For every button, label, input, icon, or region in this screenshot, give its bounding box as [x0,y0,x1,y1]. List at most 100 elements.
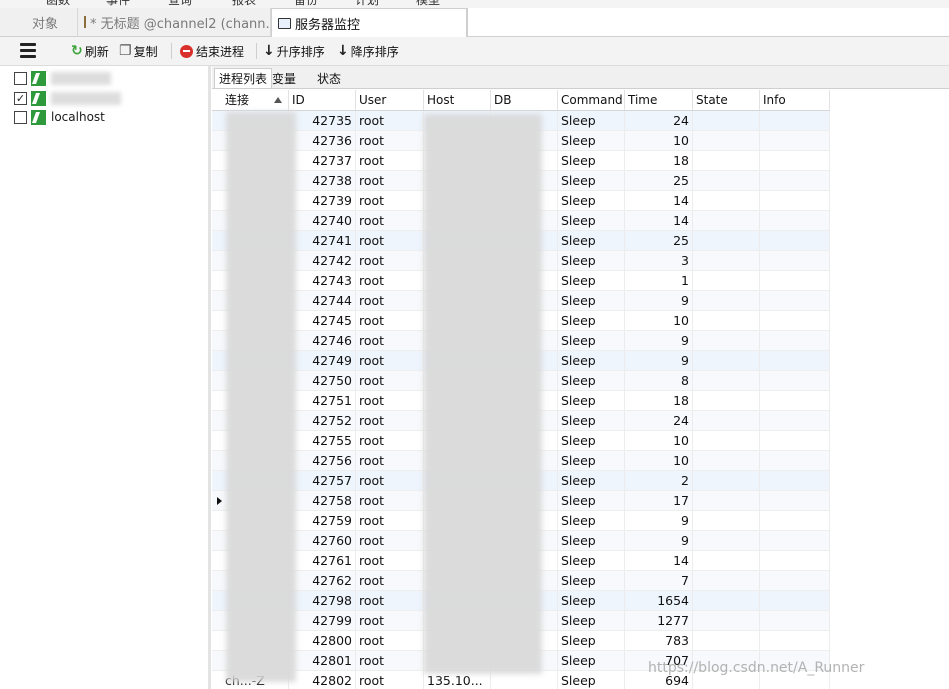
cell-id[interactable]: 42739 [289,191,356,210]
cell-user[interactable]: root [356,271,424,290]
cell-info[interactable] [760,111,830,130]
col-header-db[interactable]: DB [491,90,558,110]
cell-info[interactable] [760,611,830,630]
cell-command[interactable]: Sleep [558,411,625,430]
cell-time[interactable]: 18 [625,151,693,170]
cell-id[interactable]: 42799 [289,611,356,630]
cell-info[interactable] [760,591,830,610]
cell-id[interactable]: 42760 [289,531,356,550]
cell-time[interactable]: 9 [625,531,693,550]
connection-checkbox[interactable] [14,110,27,124]
cell-info[interactable] [760,471,830,490]
tab-server-monitor[interactable]: 服务器监控 [271,8,467,37]
refresh-button[interactable]: ↻ 刷新 [71,42,109,60]
cell-time[interactable]: 24 [625,111,693,130]
cell-id[interactable]: 42762 [289,571,356,590]
cell-time[interactable]: 3 [625,251,693,270]
cell-state[interactable] [693,311,760,330]
cell-time[interactable]: 2 [625,471,693,490]
cell-state[interactable] [693,491,760,510]
cell-time[interactable]: 10 [625,311,693,330]
cell-command[interactable]: Sleep [558,451,625,470]
cell-id[interactable]: 42745 [289,311,356,330]
cell-time[interactable]: 25 [625,231,693,250]
cell-id[interactable]: 42756 [289,451,356,470]
cell-command[interactable]: Sleep [558,211,625,230]
cell-state[interactable] [693,131,760,150]
cell-user[interactable]: root [356,411,424,430]
cell-user[interactable]: root [356,371,424,390]
kill-process-button[interactable]: 结束进程 [180,42,244,60]
cell-info[interactable] [760,371,830,390]
cell-id[interactable]: 42802 [289,671,356,689]
sort-ascending-button[interactable]: ↓ 升序排序 [263,42,325,60]
cell-state[interactable] [693,451,760,470]
cell-state[interactable] [693,371,760,390]
cell-id[interactable]: 42736 [289,131,356,150]
cell-info[interactable] [760,131,830,150]
cell-user[interactable]: root [356,231,424,250]
cell-info[interactable] [760,171,830,190]
cell-time[interactable]: 25 [625,171,693,190]
cell-user[interactable]: root [356,331,424,350]
cell-info[interactable] [760,451,830,470]
cell-user[interactable]: root [356,291,424,310]
cell-user[interactable]: root [356,571,424,590]
cell-id[interactable]: 42750 [289,371,356,390]
cell-info[interactable] [760,291,830,310]
cell-command[interactable]: Sleep [558,571,625,590]
cell-user[interactable]: root [356,171,424,190]
cell-time[interactable]: 14 [625,551,693,570]
hamburger-menu-icon[interactable] [20,43,36,59]
cell-time[interactable]: 9 [625,331,693,350]
col-header-info[interactable]: Info [760,90,830,110]
cell-info[interactable] [760,551,830,570]
cell-command[interactable]: Sleep [558,611,625,630]
menu-query[interactable]: 查询 [168,0,192,8]
cell-user[interactable]: root [356,391,424,410]
cell-user[interactable]: root [356,431,424,450]
cell-command[interactable]: Sleep [558,551,625,570]
cell-command[interactable]: Sleep [558,131,625,150]
cell-user[interactable]: root [356,671,424,689]
cell-command[interactable]: Sleep [558,631,625,650]
col-header-connection[interactable]: 连接 [222,90,289,110]
cell-id[interactable]: 42744 [289,291,356,310]
cell-state[interactable] [693,251,760,270]
cell-user[interactable]: root [356,471,424,490]
cell-time[interactable]: 14 [625,191,693,210]
cell-id[interactable]: 42740 [289,211,356,230]
cell-command[interactable]: Sleep [558,391,625,410]
cell-time[interactable]: 18 [625,391,693,410]
cell-time[interactable]: 17 [625,491,693,510]
cell-user[interactable]: root [356,351,424,370]
cell-id[interactable]: 42801 [289,651,356,670]
cell-user[interactable]: root [356,451,424,470]
cell-command[interactable]: Sleep [558,371,625,390]
cell-info[interactable] [760,331,830,350]
col-header-command[interactable]: Command [558,90,625,110]
cell-state[interactable] [693,631,760,650]
cell-user[interactable]: root [356,131,424,150]
cell-time[interactable]: 783 [625,631,693,650]
cell-id[interactable]: 42800 [289,631,356,650]
cell-user[interactable]: root [356,211,424,230]
cell-state[interactable] [693,151,760,170]
cell-state[interactable] [693,331,760,350]
col-header-state[interactable]: State [693,90,760,110]
connection-checkbox-checked[interactable]: ✓ [14,91,27,105]
cell-time[interactable]: 24 [625,411,693,430]
col-header-id[interactable]: ID [289,90,356,110]
connection-checkbox[interactable] [14,71,27,85]
cell-user[interactable]: root [356,591,424,610]
cell-info[interactable] [760,271,830,290]
cell-state[interactable] [693,511,760,530]
cell-id[interactable]: 42758 [289,491,356,510]
cell-command[interactable]: Sleep [558,591,625,610]
cell-info[interactable] [760,231,830,250]
cell-user[interactable]: root [356,551,424,570]
cell-command[interactable]: Sleep [558,431,625,450]
cell-id[interactable]: 42798 [289,591,356,610]
cell-id[interactable]: 42735 [289,111,356,130]
cell-info[interactable] [760,391,830,410]
